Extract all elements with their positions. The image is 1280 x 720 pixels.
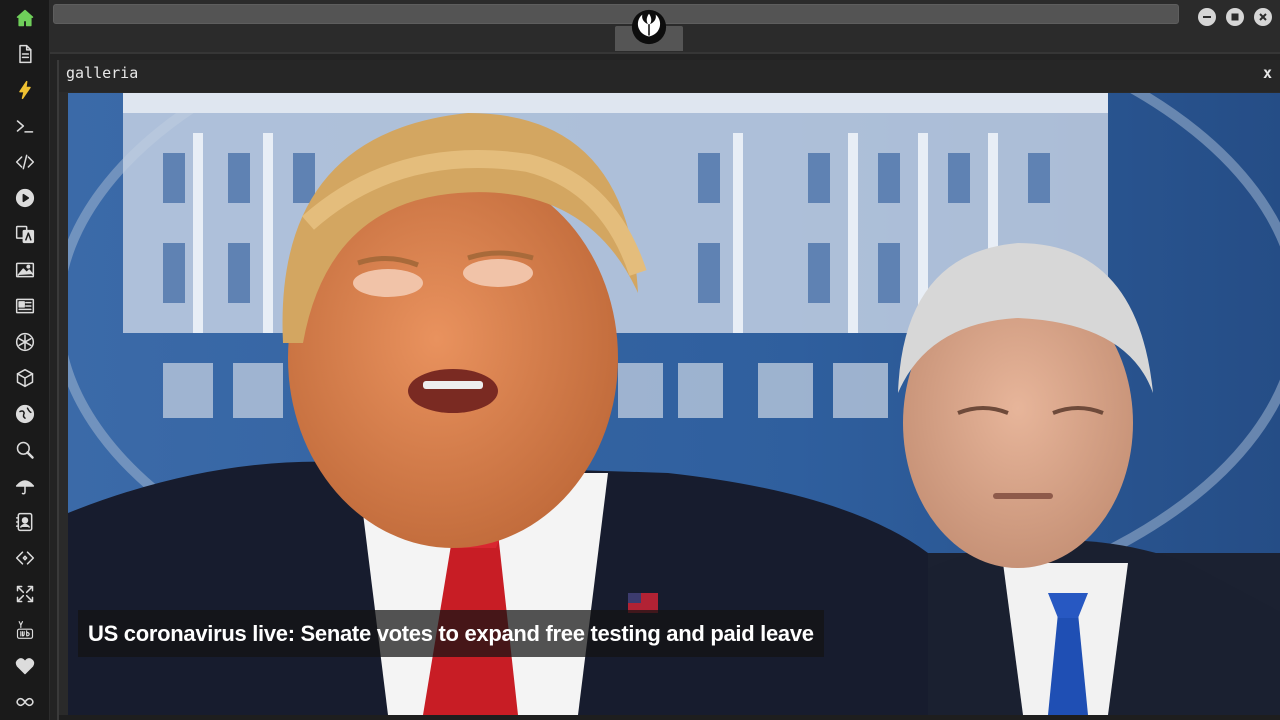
lightning-icon[interactable] xyxy=(0,72,50,108)
terminal-icon[interactable] xyxy=(0,108,50,144)
cube-icon[interactable] xyxy=(0,360,50,396)
minimize-icon[interactable] xyxy=(1198,8,1216,26)
gallery-bottom-border xyxy=(59,715,1280,720)
gallery-header: galleria x xyxy=(59,60,1280,92)
document-icon[interactable] xyxy=(0,36,50,72)
play-icon[interactable] xyxy=(0,180,50,216)
gallery-photo[interactable]: US coronavirus live: Senate votes to exp… xyxy=(68,93,1280,715)
address-bar[interactable] xyxy=(53,4,1179,24)
contacts-icon[interactable] xyxy=(0,504,50,540)
gallery-close-button[interactable]: x xyxy=(1263,64,1272,82)
search-icon[interactable] xyxy=(0,432,50,468)
infinity-icon[interactable] xyxy=(0,684,50,720)
gallery-title: galleria xyxy=(66,64,139,82)
photo-caption-text: US coronavirus live: Senate votes to exp… xyxy=(88,620,814,646)
diamond-code-icon[interactable] xyxy=(0,540,50,576)
gallery-window: galleria x US coronavirus live: Senate v… xyxy=(57,60,1280,720)
heart-icon[interactable] xyxy=(0,648,50,684)
home-icon[interactable] xyxy=(0,0,50,36)
sidebar xyxy=(0,0,50,720)
youtube-icon[interactable] xyxy=(0,612,50,648)
rebel-alliance-icon xyxy=(631,9,667,45)
photo-caption: US coronavirus live: Senate votes to exp… xyxy=(78,610,824,657)
image-icon[interactable] xyxy=(0,252,50,288)
code-icon[interactable] xyxy=(0,144,50,180)
top-bar xyxy=(50,0,1280,54)
expand-icon[interactable] xyxy=(0,576,50,612)
globe-icon[interactable] xyxy=(0,396,50,432)
news-icon[interactable] xyxy=(0,288,50,324)
maximize-icon[interactable] xyxy=(1226,8,1244,26)
aperture-icon[interactable] xyxy=(0,324,50,360)
umbrella-icon[interactable] xyxy=(0,468,50,504)
translate-icon[interactable] xyxy=(0,216,50,252)
app-root: galleria x US coronavirus live: Senate v… xyxy=(0,0,1280,720)
close-icon[interactable] xyxy=(1254,8,1272,26)
